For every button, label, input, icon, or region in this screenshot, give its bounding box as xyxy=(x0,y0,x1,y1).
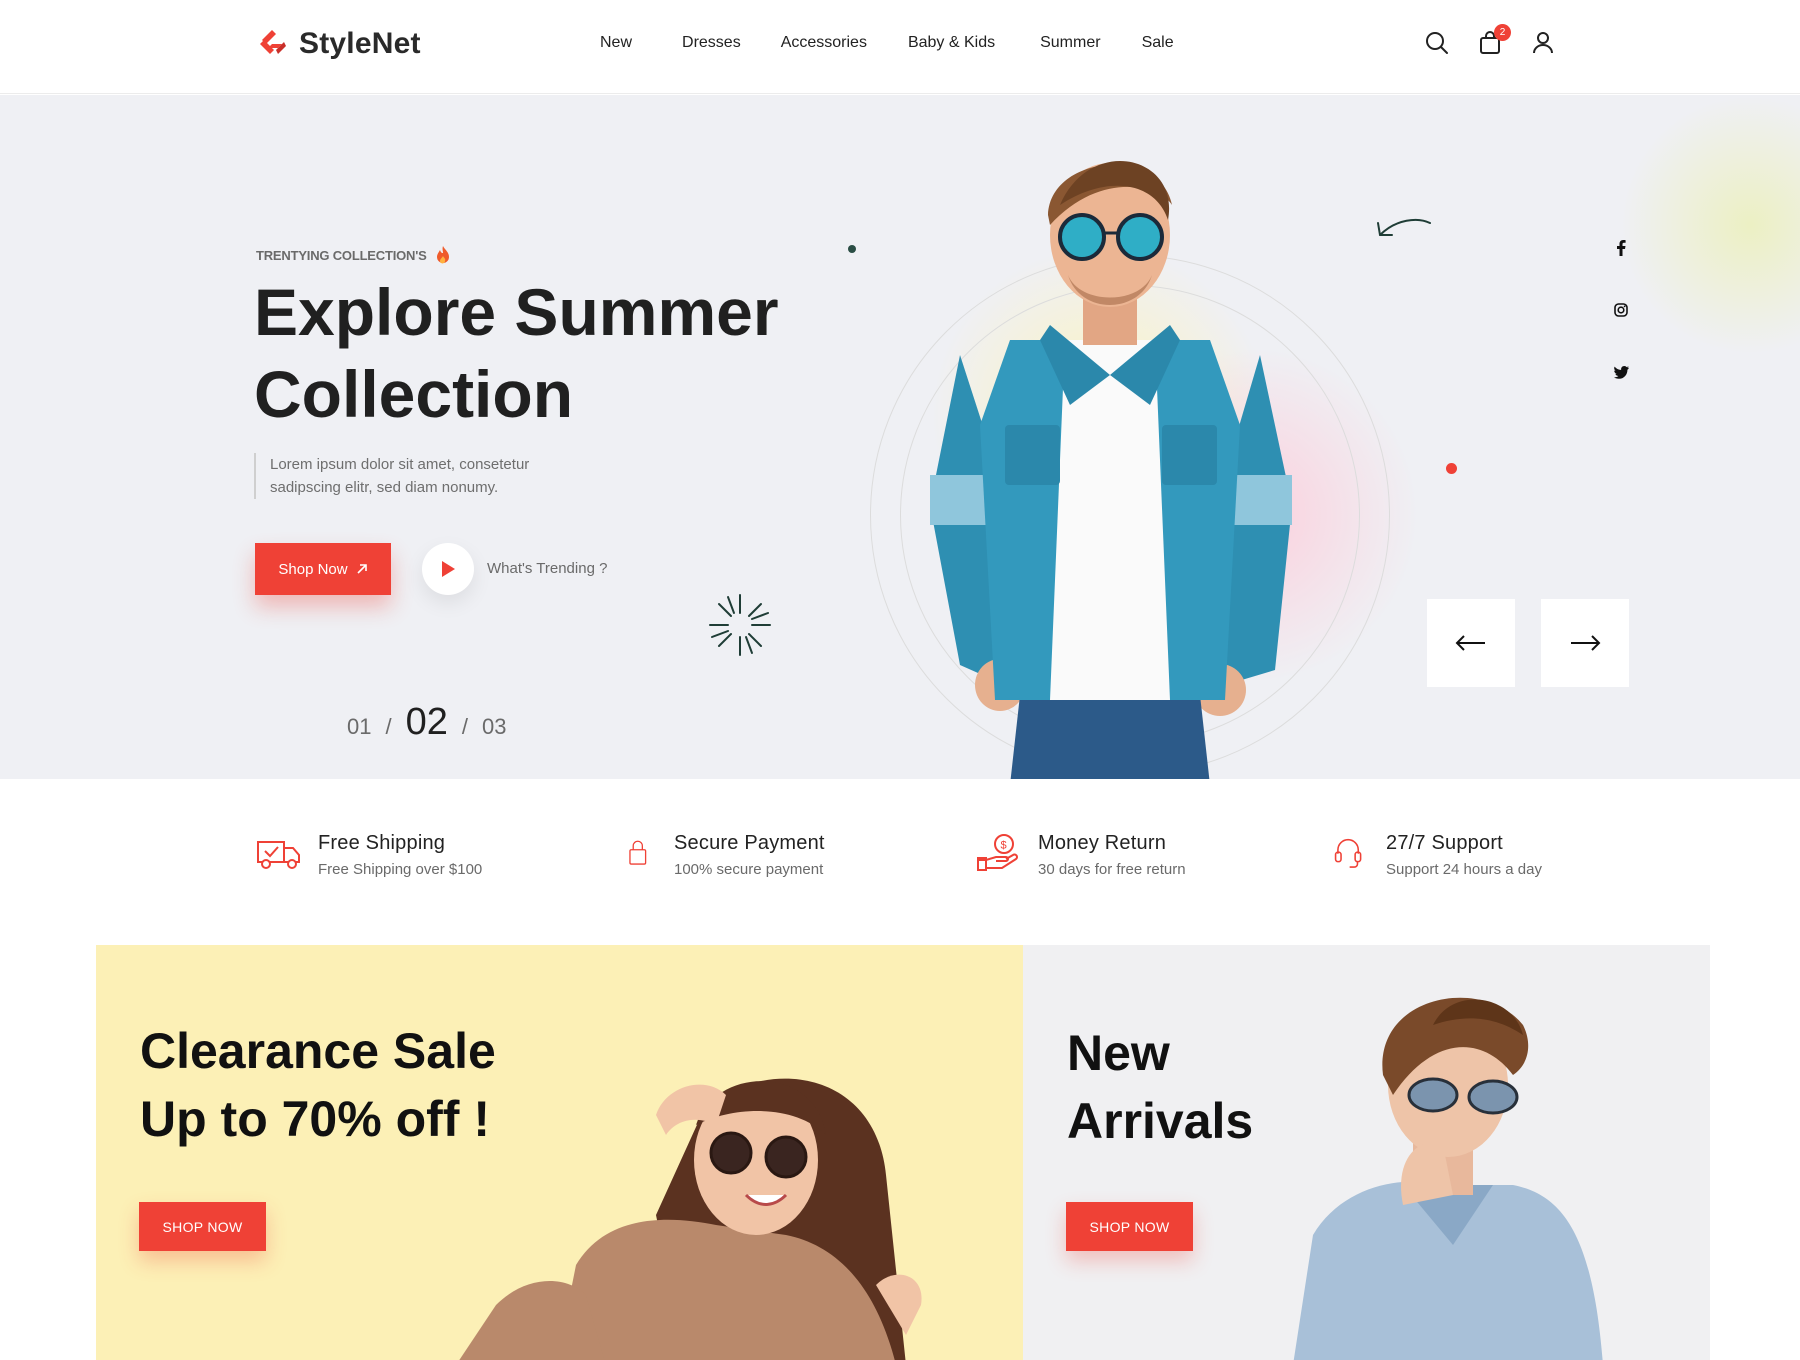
arrow-right-icon xyxy=(1571,635,1601,651)
arrow-left-icon xyxy=(1455,635,1485,651)
feature-subtitle: Support 24 hours a day xyxy=(1386,861,1542,878)
hero-section: TRENTYING COLLECTION'S Explore Summer Co… xyxy=(0,95,1800,779)
logo[interactable]: StyleNet xyxy=(254,26,421,62)
curved-arrow-icon xyxy=(1377,218,1431,236)
site-header: StyleNet New Dresses Accessories Baby & … xyxy=(0,0,1800,94)
truck-icon xyxy=(257,841,300,869)
nav-item-baby-kids[interactable]: Baby & Kids xyxy=(908,34,995,52)
hero-description: Lorem ipsum dolor sit amet, consetetur s… xyxy=(254,453,570,499)
feature-title: Money Return xyxy=(1038,832,1167,854)
prev-slide-button[interactable] xyxy=(1427,599,1515,687)
nav-item-dresses[interactable]: Dresses xyxy=(682,34,741,52)
cart-count-badge: 2 xyxy=(1494,24,1511,41)
new-arrivals-model-image xyxy=(1293,997,1603,1360)
play-icon xyxy=(442,561,455,577)
instagram-icon[interactable] xyxy=(1608,297,1634,323)
nav-item-new[interactable]: New xyxy=(600,34,632,52)
feature-title: Secure Payment xyxy=(674,832,825,854)
new-arrivals-shop-now-button[interactable]: SHOP NOW xyxy=(1066,1202,1193,1251)
user-icon[interactable] xyxy=(1530,30,1556,56)
new-arrivals-title-line1: New xyxy=(1067,1025,1170,1081)
logo-mark-icon xyxy=(260,30,286,54)
facebook-icon[interactable] xyxy=(1608,235,1634,261)
twitter-icon[interactable] xyxy=(1608,359,1634,385)
hero-tagline: TRENTYING COLLECTION'S xyxy=(256,245,451,265)
feature-free-shipping: Free Shipping Free Shipping over $100 xyxy=(256,832,482,878)
search-icon[interactable] xyxy=(1424,30,1450,56)
money-hand-icon: $ xyxy=(977,834,1018,871)
nav-item-summer[interactable]: Summer xyxy=(1040,34,1100,52)
hero-title: Explore Summer Collection xyxy=(254,271,814,435)
nav-item-sale[interactable]: Sale xyxy=(1142,34,1174,52)
shop-now-label: Shop Now xyxy=(278,560,348,578)
pager-current[interactable]: 02 xyxy=(406,701,448,744)
feature-subtitle: 30 days for free return xyxy=(1038,861,1186,878)
hero-desc-line1: Lorem ipsum dolor sit amet, consetetur xyxy=(270,456,530,473)
features-strip: Free Shipping Free Shipping over $100 Se… xyxy=(0,780,1800,944)
hero-model-image xyxy=(930,161,1292,779)
clearance-model-image xyxy=(459,1078,922,1360)
pager-separator: / xyxy=(385,714,392,739)
clearance-shop-now-button[interactable]: SHOP NOW xyxy=(139,1202,266,1251)
feature-title: 27/7 Support xyxy=(1386,832,1503,854)
clearance-title-line2: Up to 70% off ! xyxy=(140,1091,490,1147)
clearance-title-line1: Clearance Sale xyxy=(140,1023,496,1079)
hero-title-line1: Explore Summer xyxy=(254,275,779,349)
slide-pager: 01 / 02 / 03 xyxy=(347,701,507,744)
pager-separator: / xyxy=(461,714,469,739)
next-slide-button[interactable] xyxy=(1541,599,1629,687)
decorative-dot xyxy=(848,245,856,253)
arrow-up-right-icon xyxy=(357,564,367,574)
hero-desc-line2: sadipscing elitr, sed diam nonumy. xyxy=(270,479,499,496)
headset-icon xyxy=(1334,838,1362,868)
sparkle-icon xyxy=(709,594,771,656)
feature-subtitle: 100% secure payment xyxy=(674,861,824,878)
decorative-glow xyxy=(1620,95,1800,355)
play-video-button[interactable] xyxy=(422,543,474,595)
shop-now-button[interactable]: Shop Now xyxy=(255,543,391,595)
main-nav: New Dresses Accessories Baby & Kids Summ… xyxy=(600,34,1215,52)
lock-icon xyxy=(629,840,647,865)
feature-money-return: $ Money Return 30 days for free return xyxy=(976,832,1186,878)
shopping-bag-icon[interactable]: 2 xyxy=(1477,24,1511,56)
hero-title-line2: Collection xyxy=(254,357,574,431)
nav-item-accessories[interactable]: Accessories xyxy=(781,34,867,52)
feature-subtitle: Free Shipping over $100 xyxy=(318,861,483,878)
whats-trending-link[interactable]: What's Trending ? xyxy=(487,560,607,577)
feature-support: 27/7 Support Support 24 hours a day xyxy=(1334,832,1542,878)
svg-text:$: $ xyxy=(1001,840,1007,852)
new-arrivals-title: New Arrivals xyxy=(1067,1019,1253,1155)
decorative-dot xyxy=(1446,463,1457,474)
clearance-banner: Clearance Sale Up to 70% off ! SHOP NOW xyxy=(96,945,1023,1360)
brand-name: StyleNet xyxy=(299,27,421,60)
pager-prev[interactable]: 01 xyxy=(347,714,371,740)
header-actions: 2 xyxy=(1424,24,1556,56)
hero-tag-text: TRENTYING COLLECTION'S xyxy=(256,247,427,263)
clearance-title: Clearance Sale Up to 70% off ! xyxy=(140,1017,496,1153)
new-arrivals-title-line2: Arrivals xyxy=(1067,1093,1254,1149)
feature-secure-payment: Secure Payment 100% secure payment xyxy=(628,832,825,878)
pager-next[interactable]: 03 xyxy=(482,714,506,740)
new-arrivals-banner: New Arrivals SHOP NOW xyxy=(1023,945,1710,1360)
feature-title: Free Shipping xyxy=(318,832,446,854)
fire-icon xyxy=(436,246,449,264)
